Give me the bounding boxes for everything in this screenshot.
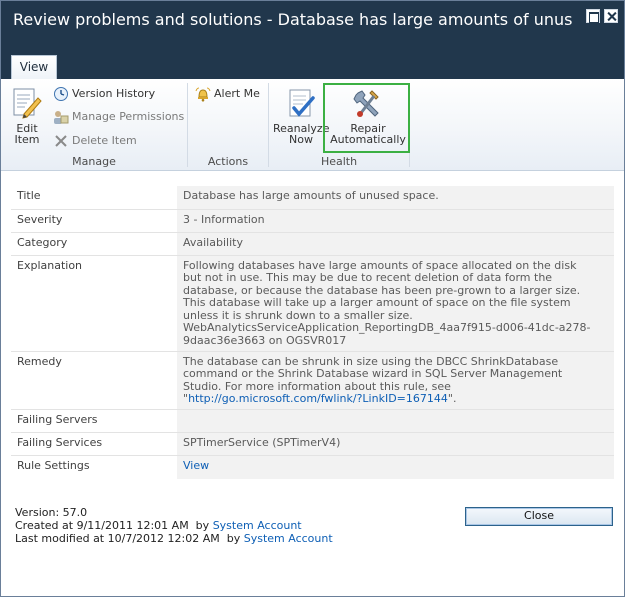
severity-key: Severity — [11, 208, 177, 232]
alert-me-label: Alert Me — [214, 87, 260, 100]
version-history-icon — [54, 87, 68, 101]
version-history-label: Version History — [72, 87, 156, 100]
close-button[interactable]: Close — [465, 507, 613, 526]
failing-servers-key: Failing Servers — [11, 409, 177, 433]
modified-line: Last modified at 10/7/2012 12:02 AM by S… — [15, 532, 333, 545]
table-row: Rule Settings View — [11, 455, 614, 479]
created-text: Created at 9/11/2011 12:01 AM by — [15, 519, 213, 532]
properties-table: Title Database has large amounts of unus… — [11, 186, 614, 479]
manage-permissions-label: Manage Permissions — [72, 110, 185, 123]
remedy-link-suffix: ". — [447, 392, 457, 406]
table-row: Remedy The database can be shrunk in siz… — [11, 350, 614, 410]
review-problems-dialog: Review problems and solutions - Database… — [0, 0, 625, 597]
reanalyze-icon — [289, 89, 315, 117]
severity-value: 3 - Information — [177, 208, 614, 232]
alert-me-icon — [195, 87, 211, 102]
failing-services-value: SPTimerService (SPTimerV4) — [177, 432, 614, 456]
reanalyze-now-button[interactable]: Reanalyze Now — [273, 87, 329, 151]
remedy-value: The database can be shrunk in size using… — [177, 350, 614, 410]
title-value: Database has large amounts of unused spa… — [177, 186, 614, 209]
table-row: Title Database has large amounts of unus… — [11, 186, 614, 209]
created-by-link[interactable]: System Account — [213, 519, 302, 532]
health-group-label: Health — [320, 155, 358, 168]
table-row: Failing Servers — [11, 409, 614, 433]
table-row: Explanation Following databases have lar… — [11, 254, 614, 352]
title-key: Title — [11, 186, 177, 209]
ribbon: Edit Item Version History Manage Permiss… — [1, 79, 624, 171]
alert-me-button[interactable]: Alert Me — [195, 85, 260, 103]
remedy-key: Remedy — [11, 350, 177, 410]
rule-settings-value: View — [177, 455, 614, 479]
close-icon[interactable] — [604, 9, 618, 23]
modified-text: Last modified at 10/7/2012 12:02 AM by — [15, 532, 244, 545]
table-row: Severity 3 - Information — [11, 208, 614, 232]
title-bar: Review problems and solutions - Database… — [1, 1, 624, 47]
rule-settings-key: Rule Settings — [11, 455, 177, 479]
item-metadata: Version: 57.0 Created at 9/11/2011 12:01… — [15, 506, 333, 545]
delete-item-icon — [55, 135, 67, 147]
table-row: Category Availability — [11, 231, 614, 255]
ribbon-group-actions: Alert Me Actions — [188, 79, 268, 171]
delete-item-button[interactable]: Delete Item — [53, 132, 137, 150]
manage-group-label: Manage — [72, 155, 116, 168]
manage-permissions-button[interactable]: Manage Permissions — [53, 108, 184, 126]
failing-servers-value — [177, 409, 614, 433]
failing-services-key: Failing Services — [11, 432, 177, 456]
explanation-line: 9daac36e3663 on OGSVR017 — [183, 334, 347, 348]
version-text: Version: 57.0 — [15, 506, 88, 519]
explanation-key: Explanation — [11, 254, 177, 352]
remedy-line: command or the Shrink Database wizard in… — [183, 367, 563, 381]
repair-highlight-box — [323, 83, 410, 153]
rule-settings-view-link[interactable]: View — [183, 459, 209, 472]
edit-item-icon — [13, 88, 42, 119]
dialog-title: Review problems and solutions - Database… — [13, 10, 573, 29]
delete-item-label: Delete Item — [72, 134, 137, 147]
tab-view[interactable]: View — [11, 55, 57, 80]
created-line: Created at 9/11/2011 12:01 AM by System … — [15, 519, 333, 532]
ribbon-group-manage: Edit Item Version History Manage Permiss… — [1, 79, 187, 171]
table-row: Failing Services SPTimerService (SPTimer… — [11, 432, 614, 456]
explanation-value: Following databases have large amounts o… — [177, 254, 614, 352]
edit-item-button[interactable]: Edit Item — [7, 87, 47, 151]
explanation-line: This database will take up a larger amou… — [183, 296, 571, 310]
remedy-link-line: "http://go.microsoft.com/fwlink/?LinkID=… — [183, 393, 608, 406]
manage-permissions-icon — [54, 111, 69, 124]
reanalyze-label-2: Now — [289, 133, 313, 146]
version-history-button[interactable]: Version History — [53, 85, 155, 103]
category-value: Availability — [177, 231, 614, 255]
ribbon-tab-row: View — [1, 47, 624, 80]
explanation-line: but not in use. This may be due to recen… — [183, 271, 553, 285]
category-key: Category — [11, 231, 177, 255]
actions-group-label: Actions — [207, 155, 249, 168]
modified-by-link[interactable]: System Account — [244, 532, 333, 545]
edit-item-label-2: Item — [14, 133, 40, 146]
remedy-fwlink[interactable]: http://go.microsoft.com/fwlink/?LinkID=1… — [188, 392, 448, 406]
maximize-icon[interactable] — [586, 9, 600, 23]
